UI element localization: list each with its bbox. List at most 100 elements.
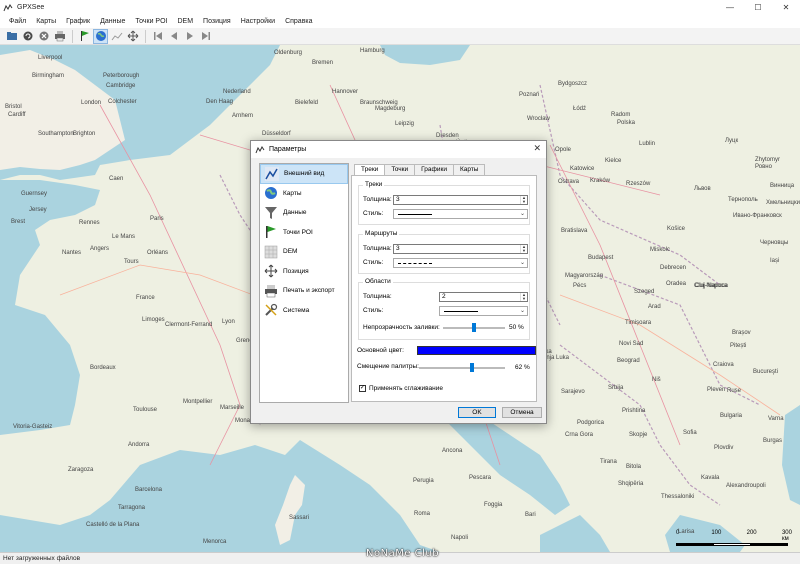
opacity-slider-thumb[interactable] [472, 323, 476, 332]
close-button[interactable]: ✕ [772, 0, 800, 15]
tab-graphs[interactable]: Графики [414, 164, 454, 175]
spin-arrows-icon[interactable]: ▲ ▼ [520, 196, 527, 204]
menu-maps[interactable]: Карты [31, 18, 61, 25]
antialiasing-checkbox[interactable]: ✓ [359, 385, 366, 392]
dem-icon [263, 244, 278, 259]
route-width-spinbox[interactable]: 3 ▲ ▼ [393, 244, 528, 254]
map-city-label: Dresden [436, 133, 459, 139]
first-icon[interactable] [150, 29, 165, 44]
map-city-label: Sofia [683, 430, 697, 436]
section-poi[interactable]: Точки POI [260, 223, 348, 243]
chevron-down-icon: ⌄ [519, 211, 525, 217]
map-city-label: Ровно [755, 164, 772, 170]
route-style-combo[interactable]: ⌄ [393, 258, 528, 268]
prev-icon[interactable] [166, 29, 181, 44]
dialog-title-bar: Параметры ✕ [251, 141, 546, 158]
map-city-label: Birmingham [32, 73, 65, 79]
menu-dem[interactable]: DEM [172, 18, 198, 25]
map-city-label: Craiova [713, 362, 734, 368]
menu-graph[interactable]: График [61, 18, 95, 25]
map-city-label: Винница [770, 183, 795, 189]
map-city-label: Brașov [732, 330, 751, 336]
minimize-button[interactable]: — [716, 0, 744, 15]
palette-shift-slider-thumb[interactable] [470, 363, 475, 372]
map-city-label: Plovdiv [714, 445, 734, 451]
map-city-label: Bucureşti [753, 369, 779, 375]
maximize-button[interactable]: ☐ [744, 0, 772, 15]
section-print-export[interactable]: Печать и экспорт [260, 281, 348, 301]
section-maps[interactable]: Карты [260, 184, 348, 204]
map-city-label: Napoli [451, 535, 469, 541]
map-globe-icon[interactable] [93, 28, 108, 44]
map-city-label: Тернополь [728, 197, 758, 203]
line-style-solid-icon [398, 214, 432, 215]
menu-poi[interactable]: Точки POI [130, 18, 172, 25]
map-city-label: Burgas [763, 438, 783, 444]
map-city-label: Луцк [725, 138, 739, 144]
section-dem[interactable]: DEM [260, 242, 348, 262]
open-file-icon[interactable] [4, 29, 19, 44]
dialog-close-button[interactable]: ✕ [533, 143, 541, 154]
gpxsee-logo-icon [3, 3, 13, 11]
last-icon[interactable] [198, 29, 213, 44]
menu-help[interactable]: Справка [280, 18, 317, 25]
antialiasing-option[interactable]: ✓ Применять сглаживание [359, 385, 443, 392]
area-width-spinbox[interactable]: 2 ▲ ▼ [439, 292, 528, 302]
map-city-label: Nantes [62, 250, 82, 256]
map-city-label: Le Mans [112, 234, 136, 240]
map-city-label: Niš [652, 377, 661, 383]
palette-shift-value: 62 % [515, 364, 530, 371]
section-appearance[interactable]: Внешний вид [260, 164, 348, 184]
map-city-label: Cambridge [106, 83, 136, 89]
map-city-label: Sassari [289, 515, 310, 521]
group-title: Треки [363, 181, 385, 188]
map-city-label: Hannover [332, 89, 359, 95]
base-color-swatch[interactable] [417, 346, 536, 355]
cancel-button[interactable]: Отмена [502, 407, 542, 418]
track-width-spinbox[interactable]: 3 ▲ ▼ [393, 195, 528, 205]
section-label: Внешний вид [284, 170, 325, 178]
close-file-icon[interactable] [36, 29, 51, 44]
map-city-label: Brest [11, 219, 26, 225]
map-city-label: Varna [768, 416, 784, 422]
reload-icon[interactable] [20, 29, 35, 44]
spin-arrows-icon[interactable]: ▲ ▼ [520, 245, 527, 253]
map-city-label: Хмельницкий [766, 200, 800, 206]
map-city-label: Ruse [727, 388, 742, 394]
style-label: Стиль: [363, 307, 384, 314]
line-style-solid-icon [444, 311, 478, 312]
map-city-label: Ивано-Франковск [733, 213, 782, 219]
ok-button[interactable]: OK [458, 407, 496, 418]
settings-section-list: Внешний вид Карты Данные Точки POI DEM П… [259, 163, 349, 403]
position-icon [263, 264, 278, 279]
map-city-label: Guernsey [21, 191, 48, 197]
fullscreen-icon[interactable] [125, 29, 140, 44]
map-city-label: Lublin [639, 141, 656, 147]
menu-data[interactable]: Данные [95, 18, 130, 25]
map-city-label: Hamburg [360, 48, 385, 54]
menu-file[interactable]: Файл [4, 18, 31, 25]
spin-arrows-icon[interactable]: ▲ ▼ [520, 293, 527, 301]
menu-position[interactable]: Позиция [198, 18, 236, 25]
gpxsee-logo-icon [255, 145, 265, 153]
section-data[interactable]: Данные [260, 203, 348, 223]
map-city-label: Jersey [29, 207, 47, 213]
track-style-combo[interactable]: ⌄ [393, 209, 528, 219]
palette-shift-slider[interactable] [419, 367, 505, 369]
area-style-combo[interactable]: ⌄ [439, 306, 528, 316]
map-city-label: Colchester [108, 99, 137, 105]
opacity-label: Непрозрачность заливки: [363, 324, 440, 331]
section-position[interactable]: Позиция [260, 262, 348, 282]
next-icon[interactable] [182, 29, 197, 44]
poi-icon[interactable] [77, 29, 92, 44]
tab-waypoints[interactable]: Точки [384, 164, 416, 175]
map-city-label: Paris [150, 216, 164, 222]
print-icon[interactable] [52, 29, 67, 44]
tab-maps[interactable]: Карты [452, 164, 486, 175]
spin-value: 2 [442, 293, 446, 300]
map-city-label: Prishtina [622, 408, 646, 414]
section-system[interactable]: Система [260, 301, 348, 321]
menu-settings[interactable]: Настройки [236, 18, 280, 25]
graph-icon[interactable] [109, 29, 124, 44]
settings-dialog: Параметры ✕ Внешний вид Карты Данные Точ… [250, 140, 547, 424]
